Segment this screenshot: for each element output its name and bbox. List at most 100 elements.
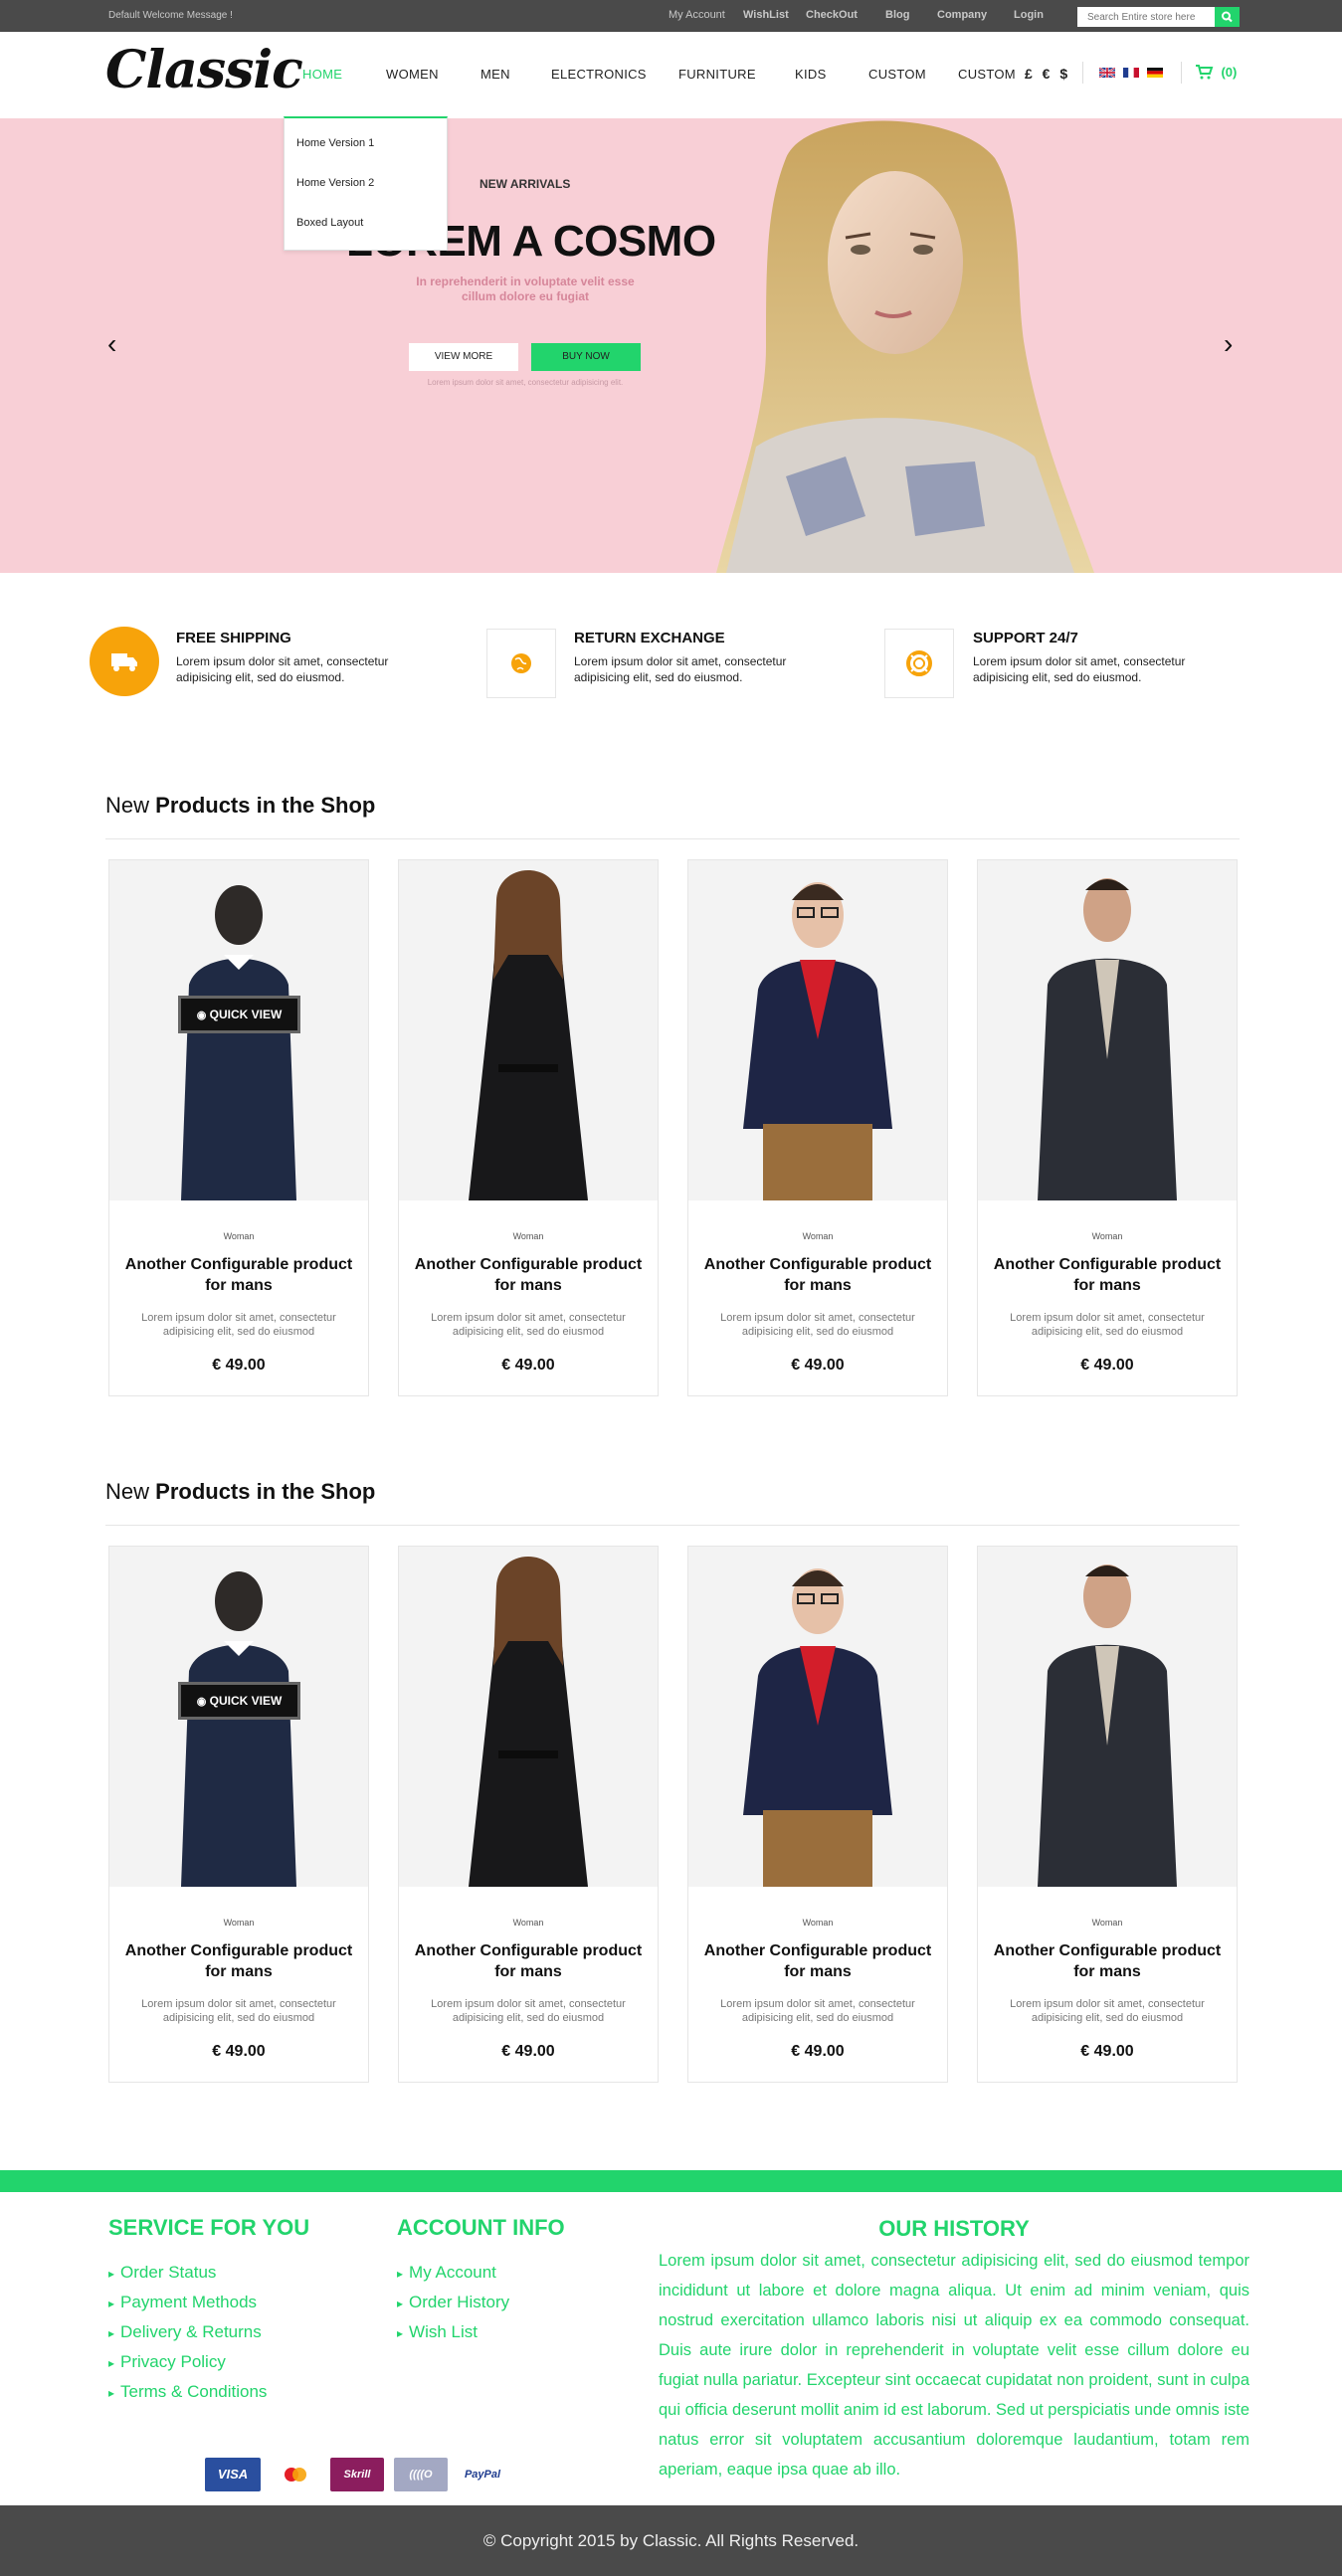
logo[interactable]: Classic [105,40,303,100]
footer-link-order-history[interactable]: Order History [397,2293,509,2312]
view-more-button[interactable]: VIEW MORE [409,343,518,371]
product-description: Lorem ipsum dolor sit amet, consectetur … [431,1998,626,2024]
product-name[interactable]: Another Configurable product for mans [109,1940,368,1982]
product-category: Woman [1091,1231,1123,1241]
hero-eyebrow: NEW ARRIVALS [479,177,571,191]
product-card[interactable]: Woman Another Configurable product for ma… [977,1546,1238,2083]
contactless-icon: ((((O [394,2458,448,2491]
product-card[interactable]: Woman Another Configurable product for ma… [687,1546,948,2083]
cart-button[interactable]: (0) [1196,64,1237,82]
nav-women[interactable]: WOMEN [386,67,439,82]
checkout-link[interactable]: CheckOut [806,9,858,21]
de-flag-icon[interactable] [1147,68,1163,78]
product-price: € 49.00 [501,1357,555,1374]
product-card[interactable]: Woman Another Configurable product for ma… [398,1546,659,2083]
divider [1082,62,1083,84]
product-name[interactable]: Another Configurable product for mans [978,1940,1237,1982]
product-category: Woman [802,1231,834,1241]
nav-home[interactable]: HOME [302,67,342,82]
footer-link-wish-list[interactable]: Wish List [397,2322,478,2342]
footer-link-payment-methods[interactable]: Payment Methods [108,2293,257,2312]
nav-custom[interactable]: CUSTOM [868,67,926,82]
product-card[interactable]: Woman Another Configurable product for ma… [687,859,948,1396]
nav-men[interactable]: MEN [480,67,510,82]
blog-link[interactable]: Blog [885,9,909,21]
product-name[interactable]: Another Configurable product for mans [688,1254,947,1296]
footer-link-my-account[interactable]: My Account [397,2263,496,2283]
product-card[interactable]: Woman Another Configurable product for ma… [977,859,1238,1396]
feature-title-return: RETURN EXCHANGE [574,630,725,646]
feature-text-shipping: Lorem ipsum dolor sit amet, consectetur … [176,654,389,684]
hero-subtitle: In reprehenderit in voluptate velit esse… [416,275,635,303]
product-card[interactable]: Woman Another Configurable product for ma… [398,859,659,1396]
product-name[interactable]: Another Configurable product for mans [688,1940,947,1982]
feature-text-return: Lorem ipsum dolor sit amet, consectetur … [574,654,787,684]
feature-text-support: Lorem ipsum dolor sit amet, consectetur … [973,654,1186,684]
feature-return-icon-wrap [486,629,556,698]
hero-small-text: Lorem ipsum dolor sit amet, consectetur … [427,378,624,387]
product-image[interactable] [399,1547,658,1887]
product-price: € 49.00 [501,2043,555,2060]
footer-link-privacy-policy[interactable]: Privacy Policy [108,2352,226,2372]
footer-link-terms[interactable]: Terms & Conditions [108,2382,267,2402]
hero-next-arrow[interactable]: › [1224,328,1233,360]
footer-link-order-status[interactable]: Order Status [108,2263,216,2283]
product-category: Woman [802,1918,834,1928]
currency-switcher[interactable]: £ € $ [1025,66,1070,82]
product-description: Lorem ipsum dolor sit amet, consectetur … [720,1998,915,2024]
product-price: € 49.00 [791,2043,845,2060]
hero-prev-arrow[interactable]: ‹ [107,328,116,360]
product-image[interactable] [978,1547,1237,1887]
quick-view-button[interactable]: ◉ QUICK VIEW [178,1682,300,1720]
product-price: € 49.00 [1080,2043,1134,2060]
product-name[interactable]: Another Configurable product for mans [109,1254,368,1296]
section-title: New Products in the Shop [105,793,375,819]
search-button[interactable] [1215,7,1240,27]
product-name[interactable]: Another Configurable product for mans [399,1940,658,1982]
product-price: € 49.00 [1080,1357,1134,1374]
menu-item-boxed-layout[interactable]: Boxed Layout [296,217,363,229]
company-link[interactable]: Company [937,9,987,21]
menu-item-home-v1[interactable]: Home Version 1 [296,137,374,149]
product-price: € 49.00 [791,1357,845,1374]
product-price: € 49.00 [212,2043,266,2060]
wishlist-link[interactable]: WishList [743,9,789,21]
product-image[interactable] [978,860,1237,1200]
paypal-icon: PayPal [458,2458,507,2491]
history-text: Lorem ipsum dolor sit amet, consectetur … [659,2252,1249,2479]
section-divider [105,1525,1240,1526]
product-name[interactable]: Another Configurable product for mans [399,1254,658,1296]
nav-kids[interactable]: KIDS [795,67,827,82]
footer-accent-band [0,2170,1342,2192]
section-title-light: New [105,1479,150,1504]
product-name[interactable]: Another Configurable product for mans [978,1254,1237,1296]
product-image[interactable] [688,1547,947,1887]
eye-icon: ◉ [196,1010,207,1021]
divider [1181,62,1182,84]
nav-electronics[interactable]: ELECTRONICS [551,67,647,82]
login-link[interactable]: Login [1014,9,1044,21]
buy-now-button[interactable]: BUY NOW [531,343,641,371]
product-category: Woman [223,1918,255,1928]
feature-title-shipping: FREE SHIPPING [176,630,291,646]
menu-item-home-v2[interactable]: Home Version 2 [296,177,374,189]
product-image[interactable] [688,860,947,1200]
product-card[interactable]: Woman Another Configurable product for ma… [108,1546,369,2083]
nav-custom-2[interactable]: CUSTOM [958,67,1016,82]
product-description: Lorem ipsum dolor sit amet, consectetur … [141,1998,336,2024]
service-title: SERVICE FOR YOU [108,2215,310,2240]
footer-link-delivery-returns[interactable]: Delivery & Returns [108,2322,262,2342]
account-title: ACCOUNT INFO [397,2215,565,2240]
nav-furniture[interactable]: FURNITURE [678,67,756,82]
product-image[interactable] [399,860,658,1200]
product-category: Woman [512,1231,544,1241]
quick-view-button[interactable]: ◉ QUICK VIEW [178,996,300,1033]
quick-view-label: QUICK VIEW [209,1008,283,1021]
fr-flag-icon[interactable] [1123,68,1139,78]
lifebuoy-icon [906,650,932,676]
my-account-link[interactable]: My Account [669,9,725,21]
product-card[interactable]: Woman Another Configurable product for ma… [108,859,369,1396]
product-description: Lorem ipsum dolor sit amet, consectetur … [1010,1998,1205,2024]
section-title: New Products in the Shop [105,1479,375,1505]
uk-flag-icon[interactable] [1099,68,1115,78]
